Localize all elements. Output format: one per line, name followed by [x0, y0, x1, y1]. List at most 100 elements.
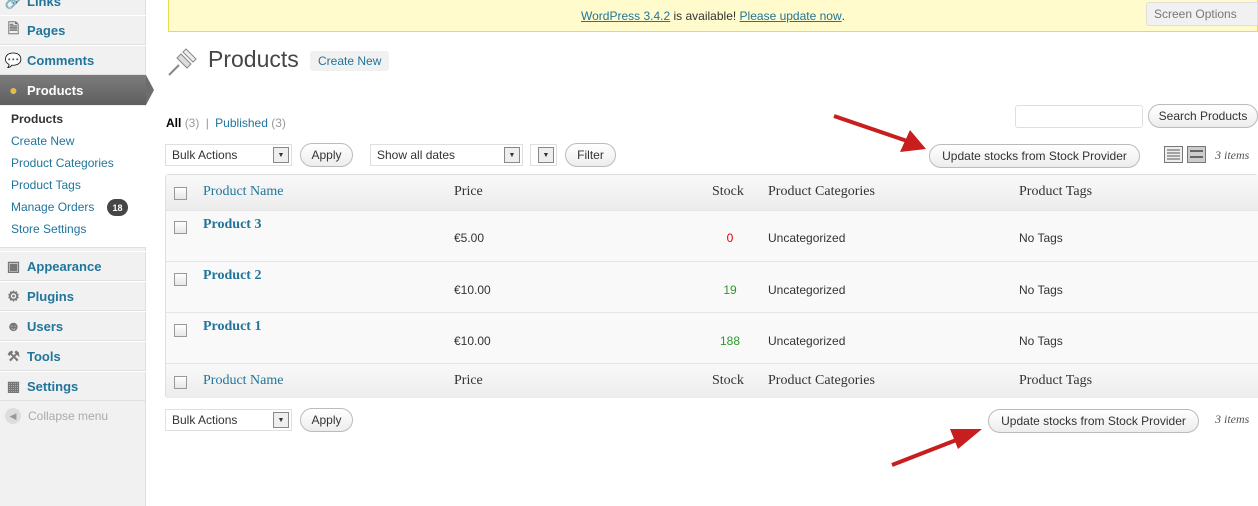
menu-label: Comments — [27, 52, 95, 68]
items-count-bottom: 3 items — [1215, 412, 1250, 426]
dropdown-arrow-icon: ▼ — [273, 412, 289, 428]
product-category: Uncategorized — [768, 334, 846, 348]
menu-users[interactable]: ☻ Users — [0, 311, 146, 341]
collapse-menu-button[interactable]: ◀ Collapse menu — [5, 408, 108, 424]
menu-label: Settings — [27, 378, 79, 394]
list-view-icon[interactable] — [1164, 146, 1183, 163]
column-stock: Stock — [712, 184, 744, 199]
menu-label: Pages — [27, 22, 66, 38]
product-price: €10.00 — [454, 283, 491, 297]
table-row: Product 2 €10.00 19 Uncategorized No Tag… — [166, 261, 1258, 312]
product-price: €5.00 — [454, 231, 485, 245]
wordpress-version-link[interactable]: WordPress 3.4.2 — [581, 9, 670, 23]
pushpin-icon — [168, 48, 197, 76]
submenu-create-new[interactable]: Create New — [11, 134, 74, 148]
menu-label: Products — [27, 82, 84, 98]
search-input[interactable] — [1015, 105, 1143, 128]
menu-pages[interactable]: 🗎 Pages — [0, 15, 146, 45]
update-stocks-button-bottom[interactable]: Update stocks from Stock Provider — [988, 409, 1199, 433]
collapse-label: Collapse menu — [28, 409, 109, 423]
menu-label: Users — [27, 318, 64, 334]
column-product-categories: Product Categories — [768, 184, 875, 199]
bulk-actions-value: Bulk Actions — [172, 413, 238, 427]
dropdown-arrow-icon: ▼ — [273, 147, 289, 163]
dropdown-arrow-icon: ▼ — [504, 147, 520, 163]
tools-icon: ⚒ — [7, 347, 20, 364]
column-product-tags: Product Tags — [1019, 373, 1093, 388]
update-stocks-button-top[interactable]: Update stocks from Stock Provider — [929, 144, 1140, 168]
annotation-arrow-icon — [833, 114, 926, 152]
product-price: €10.00 — [454, 334, 491, 348]
products-icon: ● — [9, 82, 18, 98]
menu-appearance[interactable]: ▣ Appearance — [0, 251, 146, 281]
select-all-checkbox-footer[interactable] — [174, 376, 187, 389]
submenu-manage-orders[interactable]: Manage Orders — [11, 200, 94, 214]
product-tags: No Tags — [1019, 283, 1063, 297]
product-name-link[interactable]: Product 2 — [203, 268, 261, 284]
notice-period: . — [841, 8, 845, 23]
product-name-link[interactable]: Product 1 — [203, 319, 261, 335]
appearance-icon: ▣ — [6, 257, 21, 274]
menu-comments[interactable]: 💬 Comments — [0, 45, 146, 75]
page-title: Products — [208, 46, 299, 72]
filter-button[interactable]: Filter — [565, 143, 616, 167]
submenu-product-tags[interactable]: Product Tags — [11, 178, 81, 192]
product-category: Uncategorized — [768, 283, 846, 297]
menu-tools[interactable]: ⚒ Tools — [0, 341, 146, 371]
filter-published[interactable]: Published — [215, 116, 268, 130]
product-stock: 0 — [726, 231, 734, 245]
filter-separator: | — [205, 116, 209, 130]
table-footer: Product Name Price Stock Product Categor… — [166, 363, 1258, 398]
menu-label: Plugins — [27, 288, 74, 304]
product-tags: No Tags — [1019, 334, 1063, 348]
links-icon: 🔗 — [4, 0, 23, 9]
pages-icon: 🗎 — [7, 20, 20, 36]
admin-sidebar: 🔗 Links 🗎 Pages 💬 Comments ● Products Pr… — [0, 0, 154, 506]
apply-button-bottom[interactable]: Apply — [300, 408, 353, 432]
bulk-actions-select-bottom[interactable]: Bulk Actions ▼ — [165, 409, 292, 431]
annotation-arrow-icon — [891, 429, 982, 467]
filter-all-count: (3) — [184, 116, 200, 130]
row-checkbox[interactable] — [174, 324, 187, 337]
date-filter-value: Show all dates — [377, 148, 456, 162]
submenu-products[interactable]: Products — [11, 112, 63, 126]
table-row: Product 3 €5.00 0 Uncategorized No Tags — [166, 210, 1258, 261]
product-tags: No Tags — [1019, 231, 1063, 245]
collapse-arrow-icon: ◀ — [5, 408, 21, 424]
column-price: Price — [454, 184, 483, 199]
screen-options-tab[interactable]: Screen Options — [1146, 2, 1258, 26]
update-now-link[interactable]: Please update now — [740, 9, 842, 23]
date-filter-select[interactable]: Show all dates ▼ — [370, 144, 523, 166]
status-filters: All (3) | Published (3) — [166, 116, 286, 130]
table-header: Product Name Price Stock Product Categor… — [166, 175, 1258, 210]
product-name-link[interactable]: Product 3 — [203, 217, 261, 233]
products-submenu: Products Create New Product Categories P… — [0, 106, 146, 248]
column-product-name[interactable]: Product Name — [203, 373, 283, 389]
bulk-actions-select[interactable]: Bulk Actions ▼ — [165, 144, 292, 166]
menu-links[interactable]: 🔗 Links — [0, 0, 146, 16]
search-products-button[interactable]: Search Products — [1148, 104, 1258, 128]
comments-icon: 💬 — [4, 51, 23, 68]
excerpt-view-icon[interactable] — [1187, 146, 1206, 163]
update-notice: WordPress 3.4.2 is available! Please upd… — [168, 0, 1258, 32]
submenu-product-categories[interactable]: Product Categories — [11, 156, 114, 170]
category-filter-select[interactable]: ▼ — [530, 144, 557, 166]
menu-plugins[interactable]: ⚙ Plugins — [0, 281, 146, 311]
submenu-store-settings[interactable]: Store Settings — [11, 222, 86, 236]
apply-button[interactable]: Apply — [300, 143, 353, 167]
menu-settings[interactable]: ▦ Settings — [0, 371, 146, 401]
create-new-button[interactable]: Create New — [310, 51, 390, 71]
filter-all[interactable]: All — [166, 116, 181, 130]
column-product-name[interactable]: Product Name — [203, 184, 283, 200]
menu-products[interactable]: ● Products — [0, 75, 154, 105]
dropdown-arrow-icon: ▼ — [538, 147, 554, 163]
column-product-tags: Product Tags — [1019, 184, 1093, 199]
filter-published-count: (3) — [271, 116, 286, 130]
plugins-icon: ⚙ — [7, 287, 20, 304]
column-price: Price — [454, 373, 483, 388]
column-product-categories: Product Categories — [768, 373, 875, 388]
row-checkbox[interactable] — [174, 221, 187, 234]
select-all-checkbox[interactable] — [174, 187, 187, 200]
row-checkbox[interactable] — [174, 273, 187, 286]
users-icon: ☻ — [6, 318, 21, 334]
